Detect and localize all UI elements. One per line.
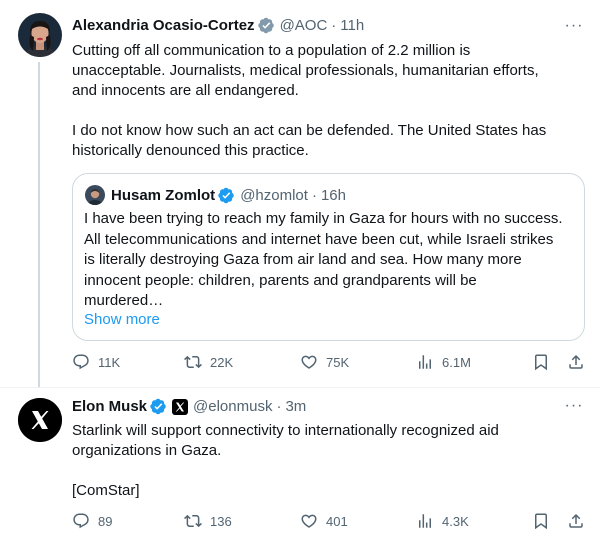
reply-count: 11K [98, 354, 121, 370]
author-handle[interactable]: @elonmusk [193, 398, 272, 415]
quote-author-handle[interactable]: @hzomlot [240, 187, 308, 204]
views-count: 4.3K [442, 513, 469, 529]
quote-text: I have been trying to reach my family in… [84, 209, 579, 312]
tweet-line: historically denounced this practice. [72, 142, 309, 159]
show-more-link[interactable]: Show more [84, 311, 160, 328]
blue-check-icon [150, 398, 166, 415]
tweet-time[interactable]: 3m [285, 398, 306, 415]
repost-icon [184, 514, 202, 528]
thread-line [38, 62, 40, 388]
tweet-actions: 11K 22K 75K 6.1M [72, 353, 588, 375]
tweet-time[interactable]: 11h [340, 17, 364, 34]
reply-count: 89 [98, 513, 113, 529]
quote-header: Husam Zomlot @hzomlot · 16h [85, 185, 346, 205]
reply-icon [73, 354, 89, 370]
bookmark-icon [535, 513, 547, 530]
views-chart-icon [419, 355, 431, 369]
quote-line: I have been trying to reach my family in… [84, 210, 563, 227]
like-count: 75K [326, 354, 350, 370]
repost-button[interactable]: 22K [184, 353, 233, 371]
separator-dot: · [311, 186, 317, 204]
tweet-actions: 89 136 401 4.3K [72, 512, 588, 534]
quote-line: All telecommunications and internet have… [84, 230, 554, 248]
more-options-icon[interactable]: ··· [564, 18, 584, 40]
views-count: 6.1M [442, 354, 471, 370]
bookmark-button[interactable] [532, 512, 550, 530]
reply-icon [73, 513, 89, 529]
tweet-line: and innocents are all endangered. [72, 82, 299, 99]
tweet-line: Starlink will support connectivity to in… [72, 422, 499, 439]
tweet-line: Cutting off all communication to a popul… [72, 42, 471, 59]
x-logo-icon[interactable] [172, 398, 189, 415]
author-name[interactable]: Alexandria Ocasio-Cortez [72, 17, 255, 34]
tweet-header: Elon Musk @elonmusk · 3m [72, 398, 306, 415]
avatar-elonmusk[interactable] [18, 398, 62, 442]
avatar-aoc[interactable] [18, 13, 62, 57]
tweet-line: organizations in Gaza. [72, 442, 222, 459]
like-button[interactable]: 401 [300, 512, 348, 530]
more-options-icon[interactable]: ··· [564, 398, 584, 420]
reply-button[interactable]: 11K [72, 353, 120, 371]
heart-icon [301, 355, 317, 369]
tweet-header: Alexandria Ocasio-Cortez @AOC · 11h [72, 17, 364, 34]
repost-button[interactable]: 136 [184, 512, 232, 530]
quote-line: is literally destroying Gaza from air la… [84, 251, 522, 268]
reply-button[interactable]: 89 [72, 512, 112, 530]
separator-dot: · [331, 17, 337, 34]
share-button[interactable] [567, 512, 585, 530]
blue-check-icon [218, 187, 234, 203]
quote-author-name[interactable]: Husam Zomlot [111, 187, 215, 204]
repost-count: 136 [210, 513, 232, 529]
author-handle[interactable]: @AOC [280, 17, 328, 34]
tweet-elonmusk[interactable]: Elon Musk @elonmusk · 3m ··· Starlink wi… [0, 388, 600, 548]
gray-check-icon [257, 17, 274, 34]
like-button[interactable]: 75K [300, 353, 349, 371]
heart-icon [301, 514, 317, 528]
tweet-text: Cutting off all communication to a popul… [72, 41, 582, 161]
bookmark-icon [535, 354, 547, 371]
tweet-aoc[interactable]: Alexandria Ocasio-Cortez @AOC · 11h ··· … [0, 0, 600, 388]
tweet-line: I do not know how such an act can be def… [72, 122, 547, 139]
views-button[interactable]: 4.3K [416, 512, 469, 530]
author-name[interactable]: Elon Musk [72, 398, 147, 415]
views-button[interactable]: 6.1M [416, 353, 471, 371]
tweet-text: Starlink will support connectivity to in… [72, 421, 582, 501]
share-button[interactable] [567, 353, 585, 371]
repost-count: 22K [210, 354, 234, 370]
separator-dot: · [276, 398, 282, 415]
views-chart-icon [419, 514, 431, 528]
quoted-tweet[interactable]: Husam Zomlot @hzomlot · 16h I have been … [72, 173, 585, 341]
avatar-hzomlot[interactable] [85, 185, 105, 205]
quote-line: innocent people: children, parents and g… [84, 271, 477, 289]
tweet-line: [ComStar] [72, 482, 140, 499]
bookmark-button[interactable] [532, 353, 550, 371]
repost-icon [184, 355, 202, 369]
tweet-line: unacceptable. Journalists, medical profe… [72, 62, 539, 79]
like-count: 401 [326, 513, 348, 529]
share-icon [569, 354, 583, 369]
quote-time[interactable]: 16h [321, 187, 346, 204]
quote-line: murdered… [84, 292, 164, 309]
share-icon [569, 513, 583, 528]
